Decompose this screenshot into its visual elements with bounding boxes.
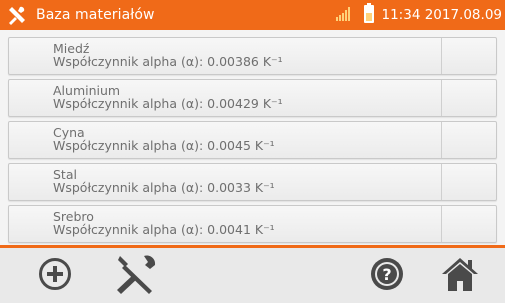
row-divider	[441, 38, 442, 74]
list-item[interactable]: Aluminium Współczynnik alpha (α): 0.0042…	[8, 79, 497, 117]
home-icon	[441, 256, 479, 296]
add-icon	[38, 257, 72, 295]
battery-icon	[363, 3, 374, 27]
title-bar: Baza materiałów 11:34 2017.08.09	[0, 0, 505, 30]
row-divider	[441, 164, 442, 200]
tools-button[interactable]	[107, 248, 167, 303]
row-divider	[441, 206, 442, 242]
add-button[interactable]	[35, 248, 75, 303]
list-item[interactable]: Cyna Współczynnik alpha (α): 0.0045 K⁻¹	[8, 121, 497, 159]
list-item[interactable]: Miedź Współczynnik alpha (α): 0.00386 K⁻…	[8, 37, 497, 75]
row-divider	[441, 122, 442, 158]
signal-icon	[335, 6, 352, 25]
clock-label: 11:34 2017.08.09	[381, 7, 503, 23]
help-icon: ?	[369, 256, 405, 296]
bottom-toolbar: ?	[0, 248, 505, 303]
material-coefficient: Współczynnik alpha (α): 0.0041 K⁻¹	[53, 222, 275, 237]
materials-list: Miedź Współczynnik alpha (α): 0.00386 K⁻…	[0, 30, 505, 245]
home-button[interactable]	[438, 248, 482, 303]
row-divider	[441, 80, 442, 116]
material-coefficient: Współczynnik alpha (α): 0.0033 K⁻¹	[53, 180, 275, 195]
help-button[interactable]: ?	[367, 248, 407, 303]
material-coefficient: Współczynnik alpha (α): 0.00386 K⁻¹	[53, 54, 283, 69]
material-coefficient: Współczynnik alpha (α): 0.00429 K⁻¹	[53, 96, 283, 111]
list-item[interactable]: Srebro Współczynnik alpha (α): 0.0041 K⁻…	[8, 205, 497, 243]
material-coefficient: Współczynnik alpha (α): 0.0045 K⁻¹	[53, 138, 275, 153]
page-title: Baza materiałów	[36, 7, 155, 23]
tools-icon	[7, 5, 27, 25]
svg-text:?: ?	[382, 265, 391, 284]
tools-icon	[114, 254, 160, 298]
list-item[interactable]: Stal Współczynnik alpha (α): 0.0033 K⁻¹	[8, 163, 497, 201]
